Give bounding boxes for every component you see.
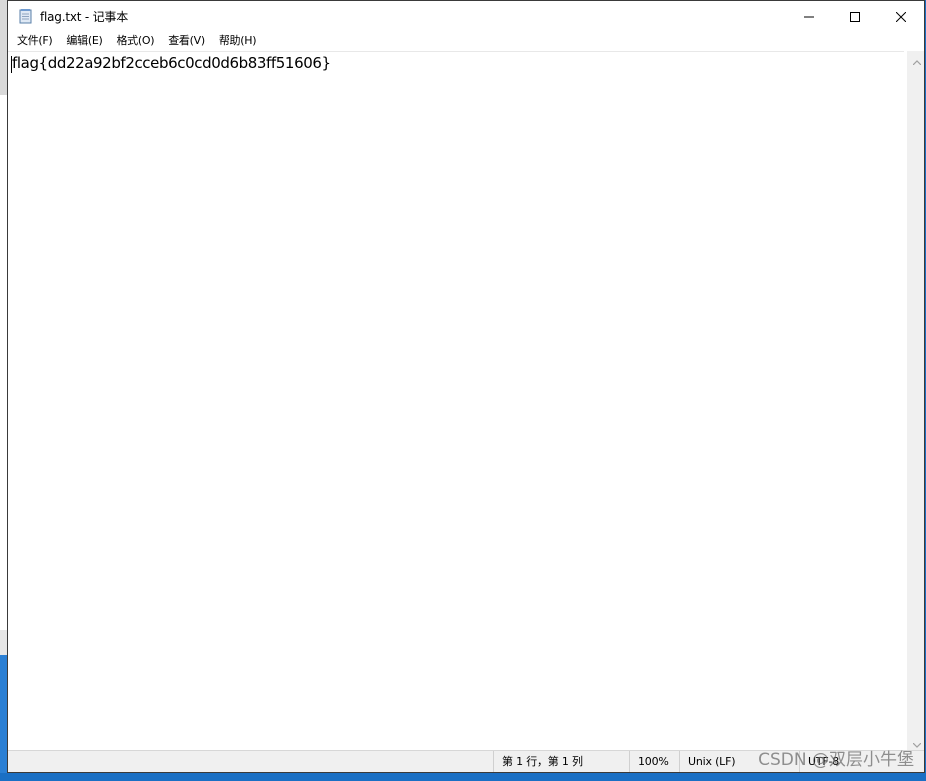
- status-bar: 第 1 行，第 1 列 100% Unix (LF) UTF-8 CSDN @双…: [8, 750, 924, 772]
- status-zoom: 100%: [629, 751, 679, 772]
- window-controls: [786, 1, 924, 31]
- menu-edit[interactable]: 编辑(E): [59, 31, 109, 51]
- title-bar[interactable]: flag.txt - 记事本: [8, 1, 924, 31]
- minimize-button[interactable]: [786, 1, 832, 31]
- maximize-icon: [850, 7, 860, 26]
- notepad-window: flag.txt - 记事本 文件(F) 编辑(E) 格式(O) 查看(V) 帮…: [7, 0, 925, 773]
- menu-format[interactable]: 格式(O): [109, 31, 161, 51]
- close-icon: [895, 7, 907, 26]
- status-cursor-position: 第 1 行，第 1 列: [493, 751, 629, 772]
- menu-help[interactable]: 帮助(H): [212, 31, 263, 51]
- csdn-watermark: CSDN @双层小牛堡: [758, 750, 914, 770]
- notepad-icon: [18, 8, 34, 24]
- chevron-up-icon: [912, 50, 921, 69]
- editor-content[interactable]: flag{dd22a92bf2cceb6c0cd0d6b83ff51606}: [12, 54, 331, 72]
- menu-view[interactable]: 查看(V): [161, 31, 212, 51]
- menu-file[interactable]: 文件(F): [10, 31, 59, 51]
- close-button[interactable]: [878, 1, 924, 31]
- window-title: flag.txt - 记事本: [40, 9, 129, 24]
- vertical-scrollbar[interactable]: [907, 51, 924, 751]
- maximize-button[interactable]: [832, 1, 878, 31]
- minimize-icon: [804, 7, 814, 26]
- desktop-taskbar-strip: [0, 773, 926, 781]
- text-editor-area[interactable]: flag{dd22a92bf2cceb6c0cd0d6b83ff51606}: [8, 51, 904, 751]
- scroll-up-button[interactable]: [908, 51, 925, 68]
- menu-bar: 文件(F) 编辑(E) 格式(O) 查看(V) 帮助(H): [8, 31, 924, 51]
